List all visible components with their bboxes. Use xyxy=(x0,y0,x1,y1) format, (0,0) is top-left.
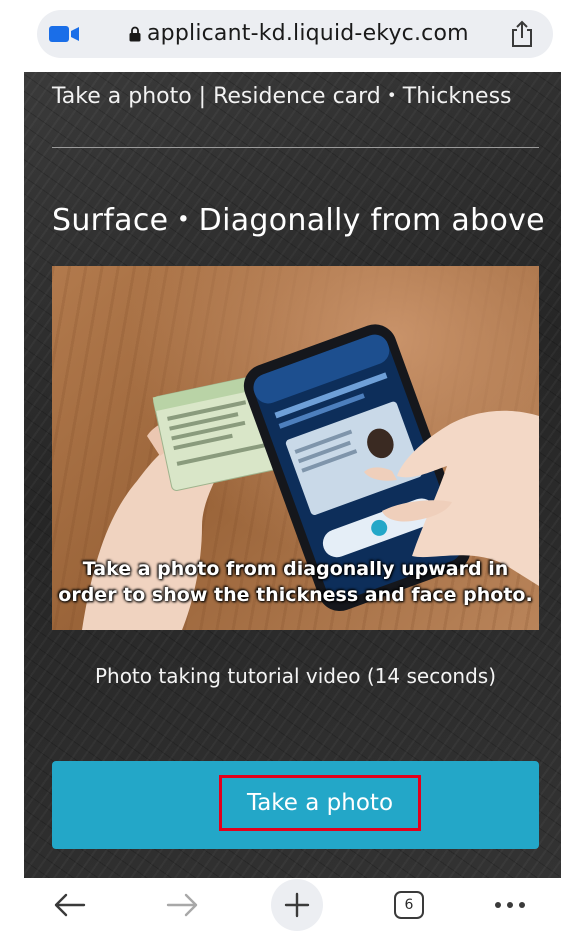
share-icon[interactable] xyxy=(509,20,535,48)
browser-top-bar: applicant-kd.liquid-ekyc.com xyxy=(0,0,561,72)
more-menu-button[interactable] xyxy=(488,882,532,928)
video-caption-line-1: Take a photo from diagonally upward in xyxy=(82,558,509,580)
more-dots-icon xyxy=(495,902,525,908)
header-divider xyxy=(52,147,539,148)
video-call-icon[interactable] xyxy=(49,24,81,44)
lock-icon xyxy=(129,26,141,42)
take-photo-button[interactable]: Take a photo xyxy=(52,761,539,849)
tab-switcher-button[interactable]: 6 xyxy=(387,882,431,928)
new-tab-button[interactable] xyxy=(269,879,325,931)
new-tab-circle xyxy=(271,879,323,931)
tab-count-badge: 6 xyxy=(394,891,424,919)
forward-arrow-icon xyxy=(166,893,198,917)
take-photo-button-label: Take a photo xyxy=(219,775,421,831)
tutorial-video[interactable]: Take a photo from diagonally upward in o… xyxy=(52,266,539,630)
url-text: applicant-kd.liquid-ekyc.com xyxy=(147,21,469,46)
url-display[interactable]: applicant-kd.liquid-ekyc.com xyxy=(129,10,469,58)
video-description: Photo taking tutorial video (14 seconds) xyxy=(94,664,497,688)
plus-icon xyxy=(284,892,310,918)
page-content: Take a photo | Residence card・Thickness … xyxy=(24,72,561,878)
page-header: Take a photo | Residence card・Thickness xyxy=(52,84,512,109)
browser-bottom-toolbar: 6 xyxy=(0,878,561,932)
forward-button[interactable] xyxy=(158,882,208,928)
address-bar[interactable]: applicant-kd.liquid-ekyc.com xyxy=(37,10,553,58)
video-caption-line-2: order to show the thickness and face pho… xyxy=(58,584,533,606)
section-title: Surface・Diagonally from above xyxy=(52,203,545,238)
back-button[interactable] xyxy=(44,882,94,928)
back-arrow-icon xyxy=(54,893,86,917)
